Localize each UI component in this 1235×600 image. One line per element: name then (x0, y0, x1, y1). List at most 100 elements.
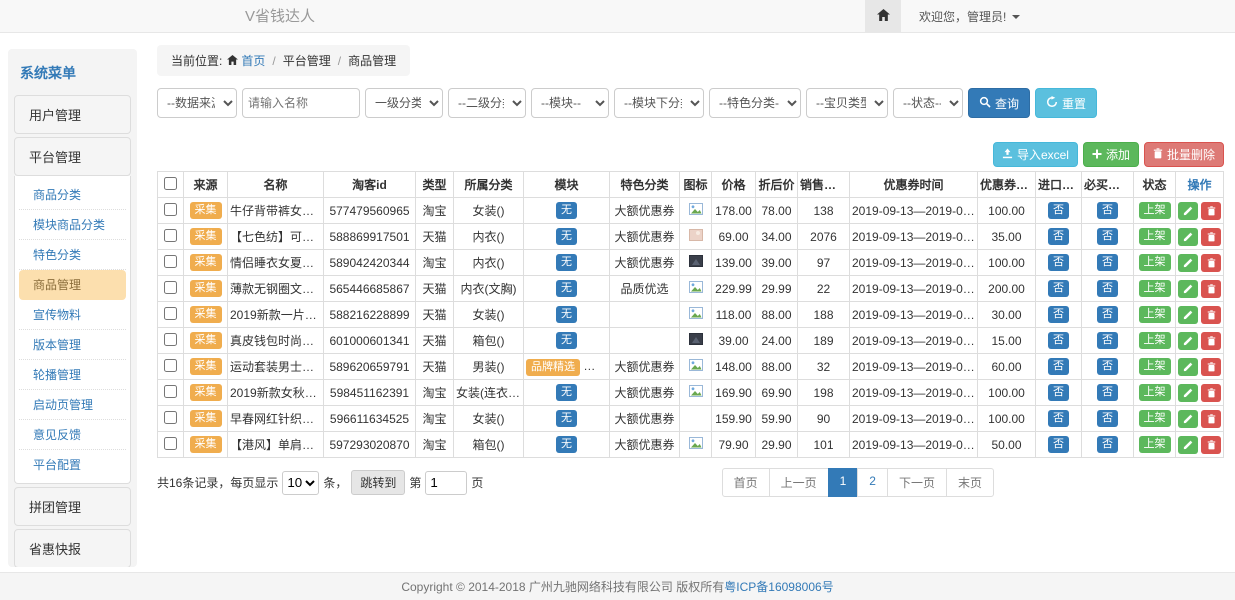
coupon-time-cell: 2019-09-13—2019-09-20 (850, 250, 978, 276)
sidebar-item[interactable]: 商品管理 (19, 270, 126, 300)
import-select-badge[interactable]: 否 (1048, 228, 1069, 245)
select-all-checkbox[interactable] (164, 177, 177, 190)
import-select-badge[interactable]: 否 (1048, 384, 1069, 401)
user-menu[interactable]: 欢迎您，管理员! (901, 0, 1020, 33)
row-checkbox[interactable] (164, 255, 177, 268)
operations-cell (1176, 224, 1224, 250)
data-source-select[interactable]: --数据来源-- (157, 88, 237, 118)
row-checkbox-cell (158, 406, 184, 432)
must-buy-badge[interactable]: 否 (1097, 228, 1118, 245)
row-checkbox[interactable] (164, 333, 177, 346)
page-button[interactable]: 2 (857, 468, 888, 497)
delete-button[interactable] (1201, 254, 1221, 272)
edit-button[interactable] (1178, 358, 1198, 376)
delete-button[interactable] (1201, 384, 1221, 402)
edit-button[interactable] (1178, 202, 1198, 220)
edit-button[interactable] (1178, 254, 1198, 272)
name-search-input[interactable] (242, 88, 360, 118)
delete-button[interactable] (1201, 332, 1221, 350)
search-button[interactable]: 查询 (968, 88, 1030, 118)
delete-button[interactable] (1201, 202, 1221, 220)
page-button[interactable]: 下一页 (887, 468, 947, 497)
must-buy-badge[interactable]: 否 (1097, 410, 1118, 427)
page-button[interactable]: 上一页 (769, 468, 829, 497)
col-feature: 特色分类 (610, 172, 680, 198)
page-button[interactable]: 首页 (722, 468, 770, 497)
row-checkbox[interactable] (164, 307, 177, 320)
batch-delete-button[interactable]: 批量删除 (1144, 142, 1224, 167)
level2-category-select[interactable]: --二级分类-- (448, 88, 526, 118)
delete-button[interactable] (1201, 228, 1221, 246)
sidebar-item[interactable]: 平台配置 (19, 450, 126, 479)
edit-button[interactable] (1178, 332, 1198, 350)
jump-button[interactable]: 跳转到 (351, 470, 405, 495)
jump-page-input[interactable] (425, 471, 467, 495)
breadcrumb-home-link[interactable]: 首页 (227, 52, 265, 69)
sidebar-item[interactable]: 启动页管理 (19, 390, 126, 420)
sidebar-item[interactable]: 模块商品分类 (19, 210, 126, 240)
must-buy-badge[interactable]: 否 (1097, 332, 1118, 349)
sidebar-item[interactable]: 意见反馈 (19, 420, 126, 450)
import-select-badge[interactable]: 否 (1048, 280, 1069, 297)
sidebar-group[interactable]: 用户管理 (14, 95, 131, 134)
delete-button[interactable] (1201, 410, 1221, 428)
reset-button[interactable]: 重置 (1035, 88, 1097, 118)
import-select-badge[interactable]: 否 (1048, 254, 1069, 271)
level1-category-select[interactable]: 一级分类 (365, 88, 443, 118)
sidebar-item[interactable]: 轮播管理 (19, 360, 126, 390)
import-excel-button[interactable]: 导入excel (993, 142, 1078, 167)
edit-button[interactable] (1178, 410, 1198, 428)
module-subcategory-select[interactable]: --模块下分类-- (614, 88, 704, 118)
icp-link[interactable]: 粤ICP备16098006号 (724, 578, 833, 595)
import-select-badge[interactable]: 否 (1048, 306, 1069, 323)
sidebar-group[interactable]: 省惠快报 (14, 529, 131, 567)
delete-button[interactable] (1201, 358, 1221, 376)
sidebar-group[interactable]: 平台管理 (14, 137, 131, 176)
edit-button[interactable] (1178, 306, 1198, 324)
feature-category-select[interactable]: --特色分类-- (709, 88, 801, 118)
import-select-badge[interactable]: 否 (1048, 436, 1069, 453)
must-buy-badge[interactable]: 否 (1097, 384, 1118, 401)
item-type-select[interactable]: --宝贝类型-- (806, 88, 888, 118)
breadcrumb-level2[interactable]: 商品管理 (348, 52, 396, 69)
row-checkbox[interactable] (164, 281, 177, 294)
must-buy-badge[interactable]: 否 (1097, 202, 1118, 219)
edit-button[interactable] (1178, 228, 1198, 246)
row-checkbox[interactable] (164, 411, 177, 424)
delete-button[interactable] (1201, 280, 1221, 298)
edit-button[interactable] (1178, 384, 1198, 402)
must-buy-badge[interactable]: 否 (1097, 254, 1118, 271)
edit-button[interactable] (1178, 436, 1198, 454)
import-select-badge[interactable]: 否 (1048, 332, 1069, 349)
sidebar-group[interactable]: 拼团管理 (14, 487, 131, 526)
sidebar-item[interactable]: 版本管理 (19, 330, 126, 360)
import-select-badge[interactable]: 否 (1048, 202, 1069, 219)
breadcrumb-level1[interactable]: 平台管理 (283, 52, 331, 69)
icon-cell (680, 406, 712, 432)
row-checkbox[interactable] (164, 229, 177, 242)
must-buy-badge[interactable]: 否 (1097, 436, 1118, 453)
row-checkbox[interactable] (164, 203, 177, 216)
row-checkbox[interactable] (164, 359, 177, 372)
must-buy-badge[interactable]: 否 (1097, 280, 1118, 297)
row-checkbox[interactable] (164, 437, 177, 450)
add-button[interactable]: 添加 (1083, 142, 1139, 167)
sidebar-item[interactable]: 商品分类 (19, 180, 126, 210)
module-select[interactable]: --模块-- (531, 88, 609, 118)
home-shortcut[interactable] (865, 0, 901, 33)
page-button[interactable]: 末页 (946, 468, 994, 497)
row-checkbox[interactable] (164, 385, 177, 398)
sidebar-item[interactable]: 宣传物料 (19, 300, 126, 330)
status-select[interactable]: --状态-- (893, 88, 963, 118)
sidebar-item[interactable]: 特色分类 (19, 240, 126, 270)
edit-button[interactable] (1178, 280, 1198, 298)
page-button[interactable]: 1 (828, 468, 859, 497)
delete-button[interactable] (1201, 436, 1221, 454)
must-buy-badge[interactable]: 否 (1097, 306, 1118, 323)
feature-cell: 大额优惠券 (610, 224, 680, 250)
import-select-badge[interactable]: 否 (1048, 358, 1069, 375)
import-select-badge[interactable]: 否 (1048, 410, 1069, 427)
delete-button[interactable] (1201, 306, 1221, 324)
must-buy-badge[interactable]: 否 (1097, 358, 1118, 375)
per-page-select[interactable]: 10 (282, 471, 319, 495)
